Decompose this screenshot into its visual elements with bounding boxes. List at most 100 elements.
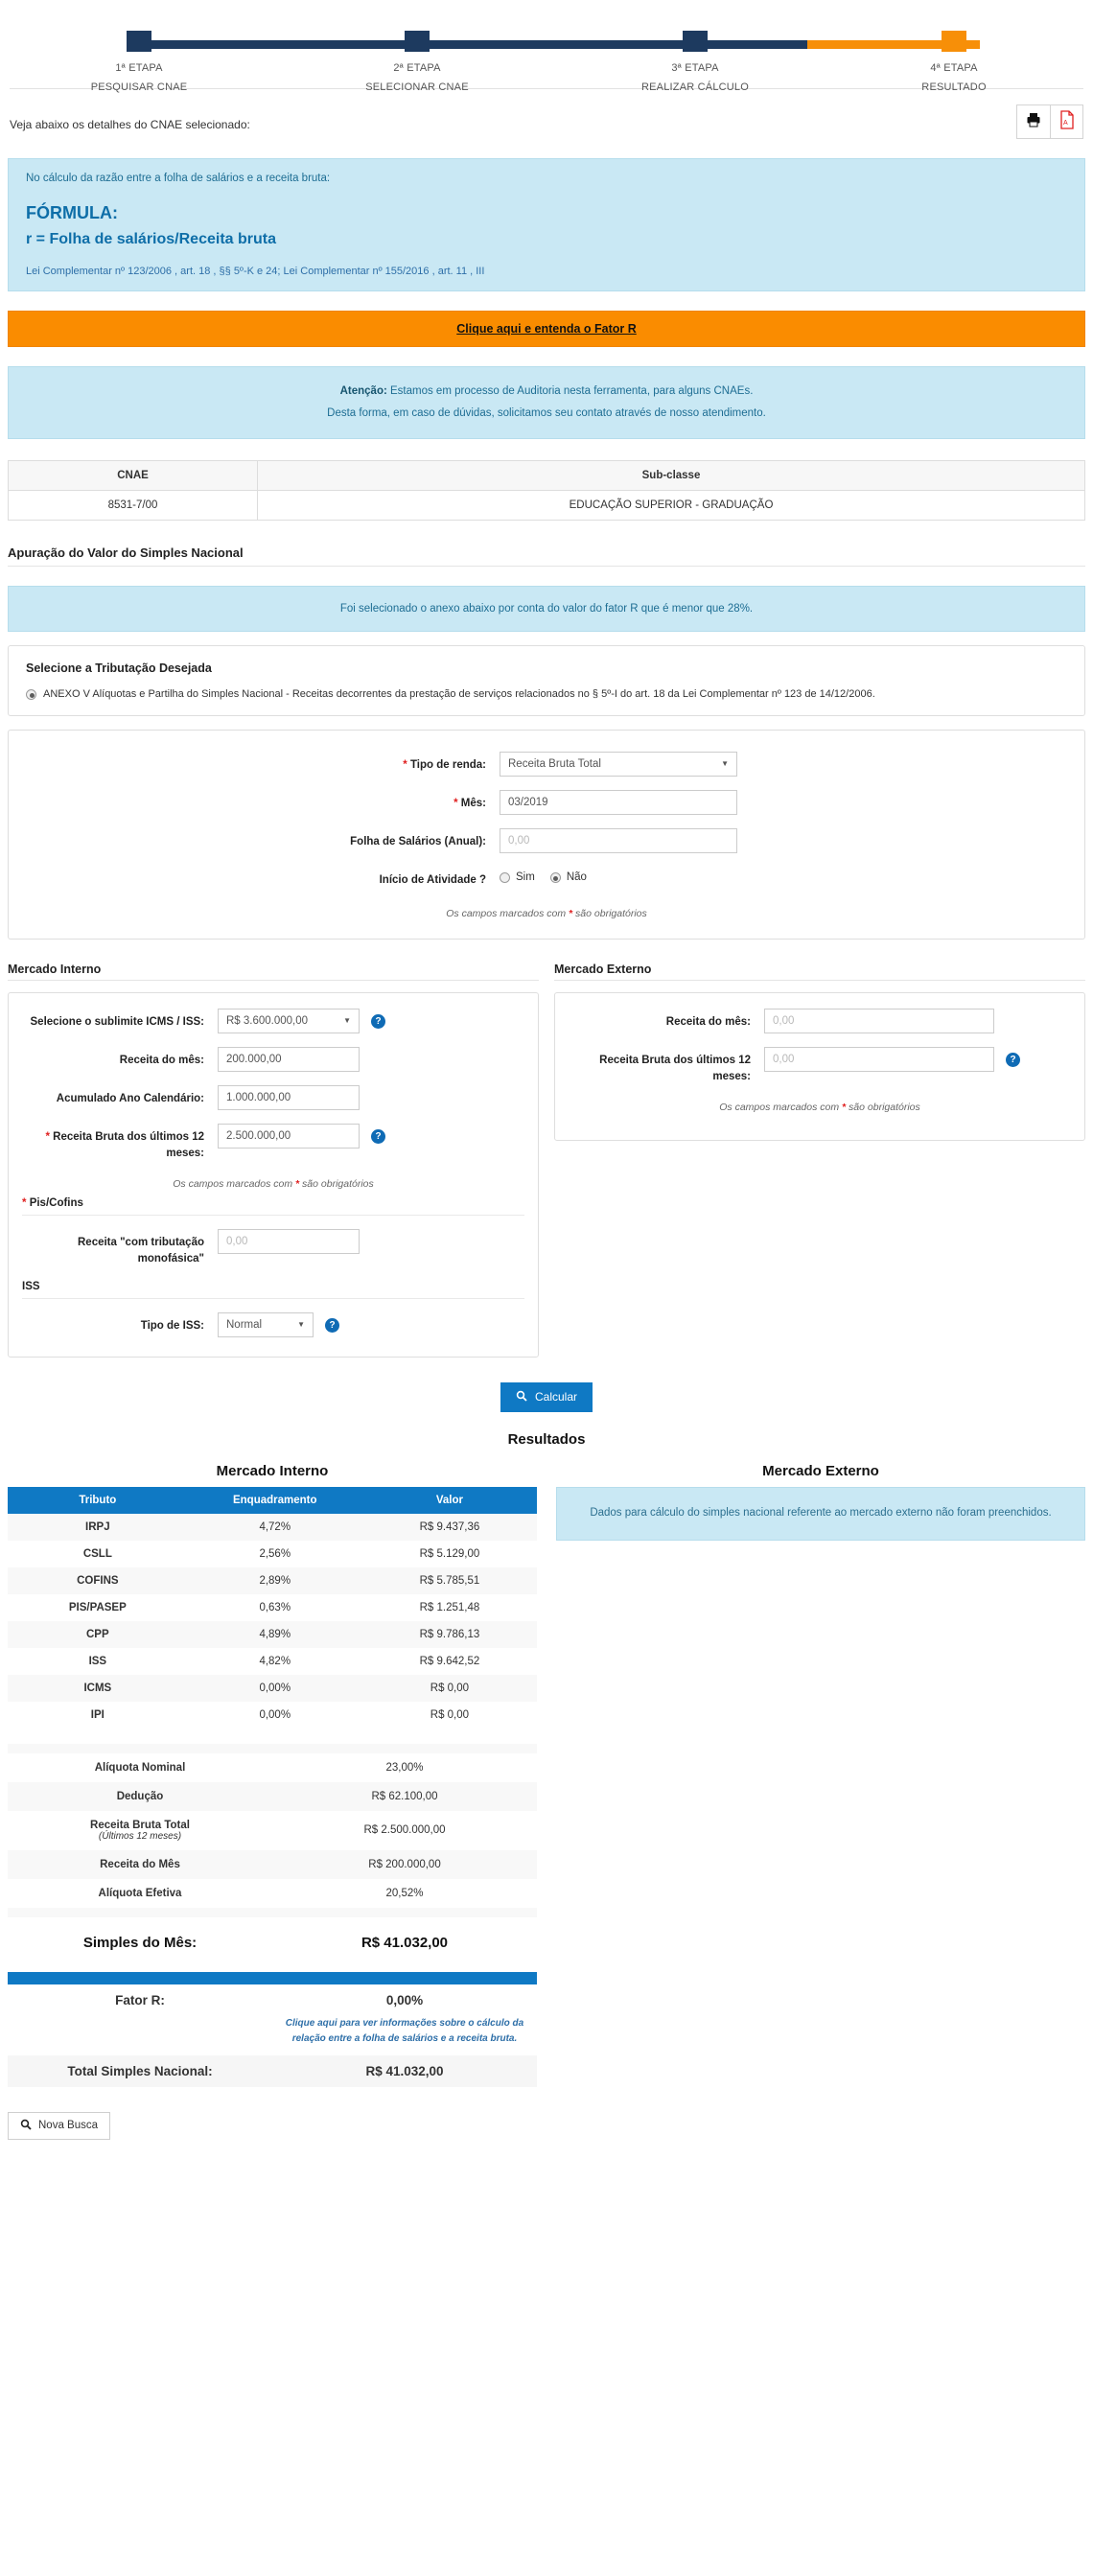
inicio-atividade-row: Início de Atividade ? Sim Não bbox=[26, 867, 1067, 889]
total-simples-row: Total Simples Nacional: R$ 41.032,00 bbox=[8, 2054, 537, 2087]
inicio-atividade-sim-radio[interactable] bbox=[500, 872, 510, 884]
results-cell-tributo: ICMS bbox=[83, 1682, 112, 1694]
inicio-atividade-nao-option[interactable]: Não bbox=[549, 871, 587, 884]
table-row: COFINS 2,89% R$ 5.785,51 bbox=[8, 1566, 537, 1594]
results-cell-tributo: CSLL bbox=[82, 1547, 112, 1560]
tipo-iss-select[interactable]: Normal ▼ bbox=[218, 1311, 314, 1337]
results-cell-valor: R$ 0,00 bbox=[430, 1682, 470, 1694]
iss-divider bbox=[22, 1297, 524, 1299]
nova-busca-button[interactable]: Nova Busca bbox=[8, 2111, 111, 2140]
apuracao-title: Apuração do Valor do Simples Nacional bbox=[8, 545, 244, 560]
sublimite-control: R$ 3.600.000,00 ▼ ? bbox=[218, 1009, 385, 1034]
rb12-interno-input[interactable] bbox=[218, 1124, 360, 1149]
mercado-externo-divider bbox=[554, 980, 1085, 982]
receita-mes-externo-row: Receita do mês: bbox=[569, 1009, 1071, 1034]
fator-r-info-link[interactable]: Clique aqui para ver informações sobre o… bbox=[278, 2016, 531, 2047]
receita-mes-externo-input[interactable] bbox=[764, 1009, 994, 1034]
attention-prefix: Atenção: bbox=[339, 385, 387, 397]
cnae-table-header-row: CNAE Sub-classe bbox=[8, 460, 1085, 491]
rb12-interno-row: * Receita Bruta dos últimos 12 meses: ? bbox=[22, 1124, 524, 1161]
calculate-row: Calcular bbox=[0, 1381, 1093, 1412]
stepper-step-3[interactable]: 3ª ETAPA REALIZAR CÁLCULO bbox=[590, 17, 801, 93]
calculate-button[interactable]: Calcular bbox=[500, 1381, 593, 1412]
cnae-table: CNAE Sub-classe 8531-7/00 EDUCAÇÃO SUPER… bbox=[8, 460, 1085, 521]
rb12-externo-help-icon[interactable]: ? bbox=[1006, 1053, 1020, 1068]
rb12-externo-label: Receita Bruta dos últimos 12 meses: bbox=[599, 1055, 751, 1082]
results-cell-tributo: ISS bbox=[88, 1655, 107, 1667]
mes-label-text: Mês: bbox=[460, 798, 486, 810]
mes-input[interactable] bbox=[500, 790, 737, 816]
tipo-iss-help-icon[interactable]: ? bbox=[325, 1317, 339, 1333]
summary-value: 20,52% bbox=[385, 1887, 424, 1899]
pis-cofins-heading-text: Pis/Cofins bbox=[29, 1197, 83, 1210]
pdf-button[interactable]: A bbox=[1050, 105, 1082, 138]
pis-cofins-required-marker: * bbox=[22, 1197, 27, 1210]
fator-r-bar bbox=[8, 1971, 537, 1984]
mercado-externo-required-note: Os campos marcados com * são obrigatório… bbox=[569, 1098, 1071, 1115]
total-simples-value: R$ 41.032,00 bbox=[272, 2054, 537, 2087]
table-row: Alíquota Efetiva 20,52% bbox=[8, 1879, 537, 1908]
printer-icon bbox=[1025, 111, 1042, 133]
bottom-toolbar: Nova Busca bbox=[0, 2087, 1093, 2140]
results-title: Resultados bbox=[507, 1430, 586, 1448]
inicio-atividade-nao-radio[interactable] bbox=[549, 872, 561, 884]
results-cell-enquadramento: 0,00% bbox=[259, 1682, 291, 1694]
summary-value: R$ 2.500.000,00 bbox=[363, 1824, 446, 1837]
tipo-renda-required-marker: * bbox=[403, 759, 407, 772]
understand-fator-r-button[interactable]: Clique aqui e entenda o Fator R bbox=[8, 311, 1085, 347]
results-cell-enquadramento: 2,89% bbox=[259, 1574, 291, 1587]
rb12-externo-input[interactable] bbox=[764, 1047, 994, 1073]
sublimite-help-icon[interactable]: ? bbox=[371, 1014, 385, 1030]
pdf-icon: A bbox=[1058, 109, 1076, 134]
rb12-interno-help-icon[interactable]: ? bbox=[371, 1129, 385, 1145]
chevron-down-icon: ▼ bbox=[343, 1016, 351, 1026]
stepper-knob-1 bbox=[127, 31, 151, 52]
summary-spacer-bottom bbox=[8, 1907, 537, 1917]
tipo-iss-value: Normal bbox=[226, 1318, 263, 1331]
stepper-step-2-label: SELECIONAR CNAE bbox=[365, 81, 469, 93]
inicio-atividade-sim-option[interactable]: Sim bbox=[500, 871, 535, 884]
required-note-pre: Os campos marcados com bbox=[446, 908, 570, 920]
receita-mes-externo-control bbox=[764, 1009, 994, 1034]
formula-title: FÓRMULA: bbox=[26, 203, 118, 222]
mi-required-note-post: são obrigatórios bbox=[299, 1178, 374, 1191]
anexo-v-radio[interactable] bbox=[26, 689, 36, 701]
stepper-knob-3 bbox=[683, 31, 708, 52]
mes-row: * Mês: bbox=[26, 790, 1067, 816]
tipo-iss-label: Tipo de ISS: bbox=[140, 1319, 204, 1332]
acumulado-ano-input[interactable] bbox=[218, 1085, 360, 1111]
simples-do-mes-row: Simples do Mês: R$ 41.032,00 bbox=[8, 1935, 537, 1951]
receita-mes-interno-row: Receita do mês: bbox=[22, 1047, 524, 1073]
folha-salarios-input[interactable] bbox=[500, 828, 737, 854]
stepper-step-2[interactable]: 2ª ETAPA SELECIONAR CNAE bbox=[312, 17, 523, 93]
receita-mes-interno-input[interactable] bbox=[218, 1047, 360, 1073]
summary-key: Receita do Mês bbox=[100, 1858, 180, 1870]
results-cell-valor: R$ 1.251,48 bbox=[419, 1601, 480, 1613]
sublimite-select[interactable]: R$ 3.600.000,00 ▼ bbox=[218, 1009, 360, 1034]
anexo-v-option[interactable]: ANEXO V Alíquotas e Partilha do Simples … bbox=[26, 688, 1067, 701]
monofasica-input[interactable] bbox=[218, 1229, 360, 1255]
markets-section: Mercado Interno Selecione o sublimite IC… bbox=[0, 963, 1093, 1358]
results-interno-title: Mercado Interno bbox=[216, 1462, 329, 1479]
stepper-step-1[interactable]: 1ª ETAPA PESQUISAR CNAE bbox=[34, 17, 244, 93]
print-button[interactable] bbox=[1017, 105, 1050, 138]
table-row: Alíquota Nominal 23,00% bbox=[8, 1753, 537, 1782]
attention-line-1: Atenção: Estamos em processo de Auditori… bbox=[26, 381, 1067, 403]
mercado-interno-title: Mercado Interno bbox=[8, 963, 102, 977]
tributacao-title: Selecione a Tributação Desejada bbox=[26, 661, 212, 676]
inicio-atividade-sim-label: Sim bbox=[516, 871, 535, 884]
results-cell-enquadramento: 4,89% bbox=[259, 1628, 291, 1640]
results-cell-tributo: IPI bbox=[90, 1708, 105, 1721]
tipo-renda-select[interactable]: Receita Bruta Total ▼ bbox=[500, 752, 737, 777]
results-cell-enquadramento: 0,00% bbox=[259, 1708, 291, 1721]
results-externo-title: Mercado Externo bbox=[762, 1462, 879, 1479]
results-cell-enquadramento: 0,63% bbox=[259, 1601, 291, 1613]
stepper-step-4[interactable]: 4ª ETAPA RESULTADO bbox=[849, 17, 1059, 93]
pis-cofins-heading: * Pis/Cofins bbox=[22, 1197, 524, 1209]
results-header-valor: Valor bbox=[361, 1486, 537, 1514]
table-row: IPI 0,00% R$ 0,00 bbox=[8, 1701, 537, 1729]
mercado-externo-title: Mercado Externo bbox=[554, 963, 652, 977]
mes-required-marker: * bbox=[453, 798, 458, 810]
simples-do-mes-value: R$ 41.032,00 bbox=[360, 1934, 449, 1951]
summary-value: R$ 200.000,00 bbox=[368, 1858, 441, 1870]
